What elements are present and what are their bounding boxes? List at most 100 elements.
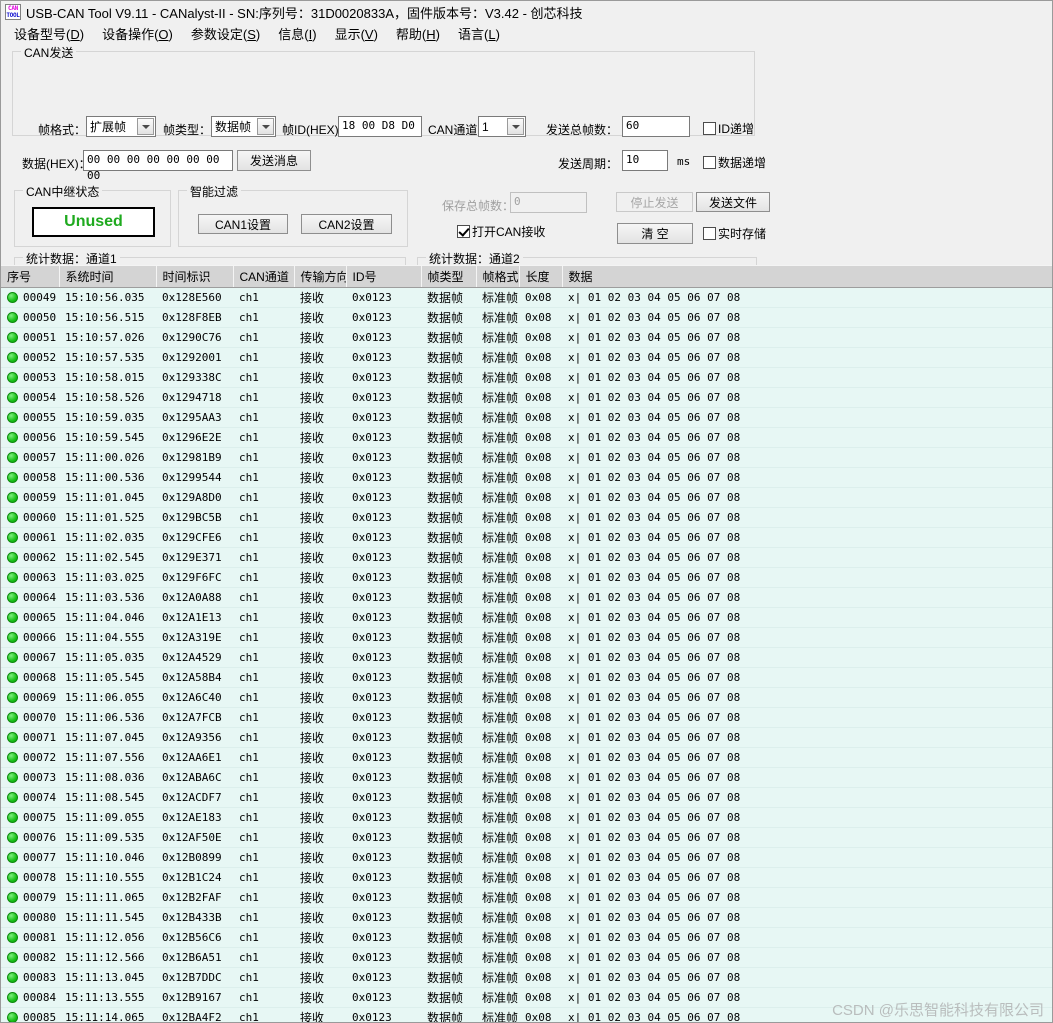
column-header-timestamp[interactable]: 时间标识 [156,265,234,288]
row-id: 0x0123 [346,887,421,908]
menu-device-operation[interactable]: 设备操作(O) [93,22,182,45]
table-row[interactable]: 00061 15:11:02.035 0x129CFE6 ch1 接收 0x0123 数据帧… [1,527,1052,548]
row-frametype: 数据帧 [421,667,476,688]
chevron-down-icon[interactable] [137,118,154,135]
menu-help[interactable]: 帮助(H) [387,22,449,45]
table-row[interactable]: 00057 15:11:00.026 0x12981B9 ch1 接收 0x0123 数据帧… [1,447,1052,468]
id-increment-checkbox[interactable]: ID递增 [703,120,754,137]
menu-info[interactable]: 信息(I) [269,22,325,45]
id-increment-checkbox-box[interactable] [703,122,716,135]
menu-device-model[interactable]: 设备型号(D) [5,22,93,45]
row-seq: 00065 [1,607,59,628]
row-direction: 接收 [294,707,346,728]
table-row[interactable]: 00066 15:11:04.555 0x12A319E ch1 接收 0x0123 数据帧… [1,627,1052,648]
can2-filter-settings-button[interactable]: CAN2设置 [301,214,392,234]
can-channel-select[interactable]: 1 [478,116,526,137]
can-send-group-caption: CAN发送 [21,44,77,61]
table-row[interactable]: 00067 15:11:05.035 0x12A4529 ch1 接收 0x0123 数据帧… [1,647,1052,668]
menu-parameter-settings[interactable]: 参数设定(S) [182,22,269,45]
table-row[interactable]: 00071 15:11:07.045 0x12A9356 ch1 接收 0x0123 数据帧… [1,727,1052,748]
realtime-store-checkbox-box[interactable] [703,227,716,240]
status-dot-icon [7,992,18,1003]
table-row[interactable]: 00076 15:11:09.535 0x12AF50E ch1 接收 0x0123 数据帧… [1,827,1052,848]
column-header-direction[interactable]: 传输方向 [294,265,347,288]
table-row[interactable]: 00081 15:11:12.056 0x12B56C6 ch1 接收 0x0123 数据帧… [1,927,1052,948]
row-canchannel: ch1 [233,567,294,588]
frame-format-select[interactable]: 扩展帧 [86,116,156,137]
open-can-receive-checkbox-box[interactable] [457,225,470,238]
status-dot-icon [7,852,18,863]
table-row[interactable]: 00078 15:11:10.555 0x12B1C24 ch1 接收 0x0123 数据帧… [1,867,1052,888]
send-message-button[interactable]: 发送消息 [237,150,311,171]
row-frameformat: 标准帧 [476,587,519,608]
chevron-down-icon[interactable] [507,118,524,135]
table-row[interactable]: 00049 15:10:56.035 0x128E560 ch1 接收 0x0123 数据帧… [1,287,1052,308]
row-canchannel: ch1 [233,487,294,508]
row-id: 0x0123 [346,387,421,408]
row-data: x| 01 02 03 04 05 06 07 08 [562,467,1052,488]
status-dot-icon [7,892,18,903]
table-row[interactable]: 00082 15:11:12.566 0x12B6A51 ch1 接收 0x0123 数据帧… [1,947,1052,968]
column-header-data[interactable]: 数据 [562,265,1052,288]
table-row[interactable]: 00060 15:11:01.525 0x129BC5B ch1 接收 0x0123 数据帧… [1,507,1052,528]
status-dot-icon [7,352,18,363]
table-row[interactable]: 00064 15:11:03.536 0x12A0A88 ch1 接收 0x0123 数据帧… [1,587,1052,608]
table-row[interactable]: 00073 15:11:08.036 0x12ABA6C ch1 接收 0x0123 数据帧… [1,767,1052,788]
column-header-systime[interactable]: 系统时间 [59,265,157,288]
table-row[interactable]: 00051 15:10:57.026 0x1290C76 ch1 接收 0x0123 数据帧… [1,327,1052,348]
clear-button[interactable]: 清 空 [617,223,693,244]
realtime-store-checkbox[interactable]: 实时存储 [703,225,766,242]
table-row[interactable]: 00052 15:10:57.535 0x1292001 ch1 接收 0x0123 数据帧… [1,347,1052,368]
row-id: 0x0123 [346,827,421,848]
table-row[interactable]: 00070 15:11:06.536 0x12A7FCB ch1 接收 0x0123 数据帧… [1,707,1052,728]
table-row[interactable]: 00056 15:10:59.545 0x1296E2E ch1 接收 0x0123 数据帧… [1,427,1052,448]
table-row[interactable]: 00080 15:11:11.545 0x12B433B ch1 接收 0x0123 数据帧… [1,907,1052,928]
table-row[interactable]: 00054 15:10:58.526 0x1294718 ch1 接收 0x0123 数据帧… [1,387,1052,408]
table-row[interactable]: 00059 15:11:01.045 0x129A8D0 ch1 接收 0x0123 数据帧… [1,487,1052,508]
row-direction: 接收 [294,407,346,428]
send-file-button[interactable]: 发送文件 [696,192,770,212]
table-row[interactable]: 00065 15:11:04.046 0x12A1E13 ch1 接收 0x0123 数据帧… [1,607,1052,628]
open-can-receive-checkbox[interactable]: 打开CAN接收 [457,223,545,240]
row-timestamp: 0x12B56C6 [156,927,233,948]
row-data: x| 01 02 03 04 05 06 07 08 [562,747,1052,768]
table-row[interactable]: 00050 15:10:56.515 0x128F8EB ch1 接收 0x0123 数据帧… [1,307,1052,328]
column-header-id[interactable]: ID号 [346,265,422,288]
table-row[interactable]: 00058 15:11:00.536 0x1299544 ch1 接收 0x0123 数据帧… [1,467,1052,488]
data-hex-input[interactable]: 00 00 00 00 00 00 00 00 [83,150,233,182]
table-row[interactable]: 00053 15:10:58.015 0x129338C ch1 接收 0x0123 数据帧… [1,367,1052,388]
data-increment-checkbox[interactable]: 数据递增 [703,154,766,171]
row-length: 0x08 [519,287,562,308]
column-header-canchannel[interactable]: CAN通道 [233,265,295,288]
column-header-frameformat[interactable]: 帧格式 [476,265,520,288]
column-header-frametype[interactable]: 帧类型 [421,265,477,288]
data-increment-checkbox-box[interactable] [703,156,716,169]
row-frametype: 数据帧 [421,807,476,828]
column-header-length[interactable]: 长度 [519,265,563,288]
menu-display[interactable]: 显示(V) [326,22,387,45]
table-row[interactable]: 00075 15:11:09.055 0x12AE183 ch1 接收 0x0123 数据帧… [1,807,1052,828]
stop-send-button[interactable]: 停止发送 [616,192,693,212]
table-row[interactable]: 00063 15:11:03.025 0x129F6FC ch1 接收 0x0123 数据帧… [1,567,1052,588]
can1-filter-settings-button[interactable]: CAN1设置 [198,214,288,234]
chevron-down-icon[interactable] [257,118,274,135]
row-frameformat: 标准帧 [476,467,519,488]
table-row[interactable]: 00055 15:10:59.035 0x1295AA3 ch1 接收 0x0123 数据帧… [1,407,1052,428]
frame-type-select[interactable]: 数据帧 [211,116,276,137]
table-row[interactable]: 00077 15:11:10.046 0x12B0899 ch1 接收 0x0123 数据帧… [1,847,1052,868]
table-row[interactable]: 00072 15:11:07.556 0x12AA6E1 ch1 接收 0x0123 数据帧… [1,747,1052,768]
row-frameformat: 标准帧 [476,827,519,848]
table-row[interactable]: 00068 15:11:05.545 0x12A58B4 ch1 接收 0x0123 数据帧… [1,667,1052,688]
menu-language[interactable]: 语言(L) [449,22,509,45]
table-row[interactable]: 00062 15:11:02.545 0x129E371 ch1 接收 0x0123 数据帧… [1,547,1052,568]
table-row[interactable]: 00079 15:11:11.065 0x12B2FAF ch1 接收 0x0123 数据帧… [1,887,1052,908]
table-row[interactable]: 00083 15:11:13.045 0x12B7DDC ch1 接收 0x0123 数据帧… [1,967,1052,988]
send-period-input[interactable]: 10 [622,150,668,171]
table-row[interactable]: 00069 15:11:06.055 0x12A6C40 ch1 接收 0x0123 数据帧… [1,687,1052,708]
column-header-seq[interactable]: 序号 [1,265,60,288]
row-timestamp: 0x1290C76 [156,327,233,348]
table-row[interactable]: 00074 15:11:08.545 0x12ACDF7 ch1 接收 0x0123 数据帧… [1,787,1052,808]
frame-id-input[interactable]: 18 00 D8 D0 [338,116,422,137]
row-id: 0x0123 [346,547,421,568]
total-frames-input[interactable]: 60 [622,116,690,137]
